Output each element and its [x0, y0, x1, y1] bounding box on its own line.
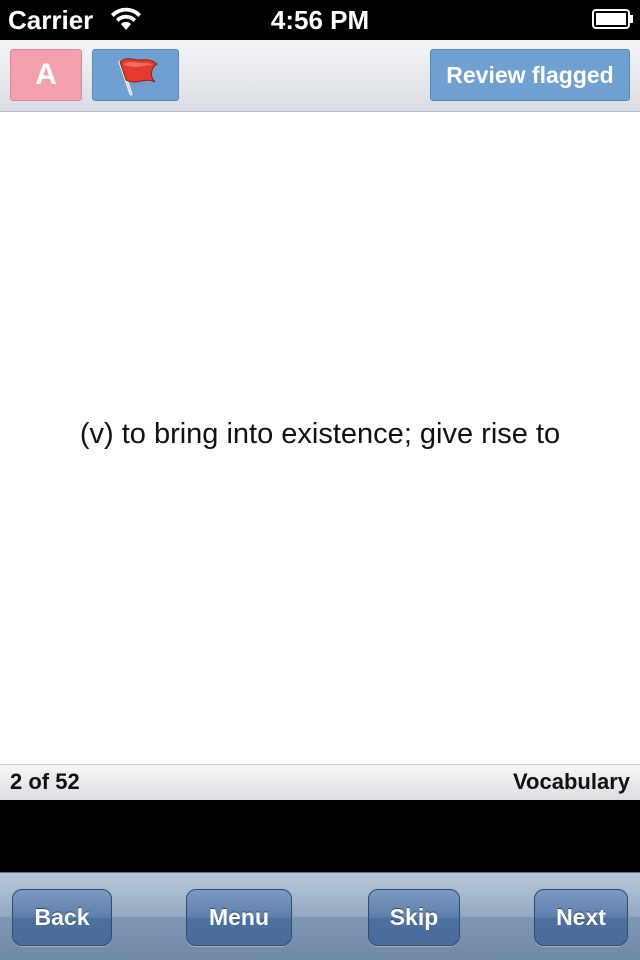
top-toolbar: A Review flagged: [0, 40, 640, 112]
red-flag-icon: [118, 58, 158, 96]
info-bar: 2 of 52 Vocabulary: [0, 764, 640, 800]
next-button[interactable]: Next: [534, 889, 628, 946]
skip-button[interactable]: Skip: [368, 889, 460, 946]
status-time: 4:56 PM: [270, 5, 370, 35]
back-button[interactable]: Back: [12, 889, 112, 946]
flashcard[interactable]: (v) to bring into existence; give rise t…: [0, 112, 640, 764]
status-bar: Carrier 4:56 PM: [0, 0, 640, 40]
font-size-button[interactable]: A: [10, 49, 82, 101]
bottom-toolbar: Back Menu Skip Next: [0, 872, 640, 960]
definition-text: (v) to bring into existence; give rise t…: [79, 418, 561, 450]
flag-button[interactable]: [92, 49, 179, 101]
ad-banner-area: [0, 800, 640, 872]
card-category: Vocabulary: [513, 769, 630, 794]
menu-button[interactable]: Menu: [186, 889, 292, 946]
card-progress: 2 of 52: [10, 769, 80, 794]
app-screen: Carrier 4:56 PM A Review flagged (v) to …: [0, 0, 640, 960]
battery-icon: [592, 9, 633, 29]
review-flagged-button[interactable]: Review flagged: [430, 49, 630, 101]
